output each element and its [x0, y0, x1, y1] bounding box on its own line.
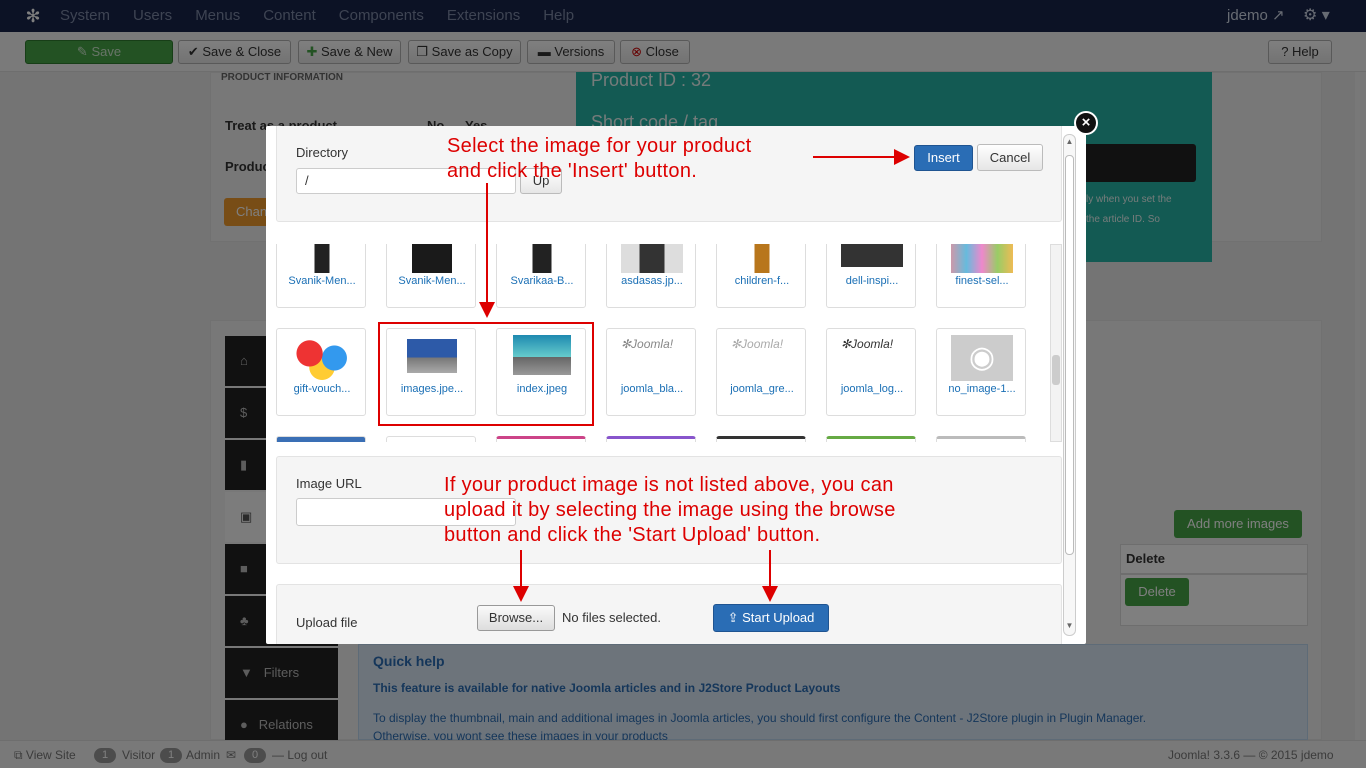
close-icon[interactable]: × [1074, 111, 1098, 135]
thumb-caption: joomla_log... [840, 383, 904, 395]
scroll-down-icon[interactable]: ▼ [1064, 621, 1075, 630]
image-thumb[interactable] [716, 436, 806, 442]
image-thumb[interactable] [606, 436, 696, 442]
annotation-top-line1: Select the image for your product [447, 135, 752, 157]
scroll-thumb[interactable] [1052, 355, 1060, 385]
joomla-logo-icon: ✻Joomla! [621, 337, 674, 351]
thumb-caption: Svanik-Men... [398, 275, 466, 287]
joomla-logo-icon: ✻Joomla! [841, 337, 894, 351]
image-thumb[interactable] [826, 436, 916, 442]
start-upload-label: Start Upload [742, 610, 815, 625]
joomla-logo-icon: ✻Joomla! [731, 337, 784, 351]
thumb-caption: finest-sel... [955, 275, 1009, 287]
image-thumb[interactable]: dell-inspi... [826, 244, 916, 308]
image-thumb[interactable]: gift-vouch... [276, 328, 366, 416]
thumbnail-image [731, 244, 793, 273]
image-thumb[interactable]: ◉ no_image-1... [936, 328, 1026, 416]
directory-value: / [305, 173, 309, 188]
image-thumb[interactable] [496, 436, 586, 442]
image-thumb[interactable]: ✻Joomla! joomla_gre... [716, 328, 806, 416]
image-thumb[interactable]: Svarikaa-B... [496, 244, 586, 308]
image-grid-scrollbar[interactable] [1050, 244, 1062, 442]
image-thumb[interactable]: asdasas.jp... [606, 244, 696, 308]
modal-scroll-thumb[interactable] [1065, 155, 1074, 555]
thumbnail-image [291, 335, 353, 381]
insert-button[interactable]: Insert [914, 145, 973, 171]
annotation-bottom-line3: button and click the 'Start Upload' butt… [444, 524, 821, 546]
cancel-button[interactable]: Cancel [977, 144, 1043, 171]
thumb-caption: children-f... [734, 275, 790, 287]
thumb-caption: no_image-1... [948, 383, 1016, 395]
scroll-up-icon[interactable]: ▲ [1064, 137, 1075, 146]
image-thumb[interactable] [386, 436, 476, 442]
thumb-caption: gift-vouch... [293, 383, 351, 395]
image-thumb[interactable]: ✻Joomla! joomla_bla... [606, 328, 696, 416]
annotation-top-line2: and click the 'Insert' button. [447, 160, 698, 182]
image-thumb[interactable]: children-f... [716, 244, 806, 308]
thumb-caption: Svanik-Men... [288, 275, 356, 287]
annotation-bottom-line1: If your product image is not listed abov… [444, 474, 894, 496]
thumb-caption: Svarikaa-B... [510, 275, 574, 287]
no-files-text: No files selected. [562, 610, 661, 625]
upload-icon: ⇪ [727, 610, 739, 625]
thumb-caption: dell-inspi... [845, 275, 899, 287]
highlight-box [378, 322, 594, 426]
image-manager-modal: Directory / Up Insert Cancel Svanik-Men.… [266, 126, 1086, 644]
browse-button[interactable]: Browse... [477, 605, 555, 631]
thumbnail-image [511, 244, 573, 273]
thumbnail-image [951, 244, 1013, 273]
image-thumb[interactable] [936, 436, 1026, 442]
modal-scrollbar[interactable]: ▲ ▼ [1063, 134, 1076, 636]
thumbnail-image [621, 244, 683, 273]
thumb-caption: joomla_gre... [730, 383, 794, 395]
camera-icon: ◉ [951, 335, 1013, 381]
image-thumb[interactable]: Svanik-Men... [276, 244, 366, 308]
directory-label: Directory [296, 145, 349, 160]
image-thumb[interactable]: Svanik-Men... [386, 244, 476, 308]
image-thumb[interactable]: finest-sel... [936, 244, 1026, 308]
start-upload-button[interactable]: ⇪ Start Upload [713, 604, 829, 632]
annotation-bottom-line2: upload it by selecting the image using t… [444, 499, 896, 521]
image-thumb[interactable] [276, 436, 366, 442]
thumb-caption: asdasas.jp... [621, 275, 683, 287]
thumbnail-image [401, 244, 463, 273]
thumb-caption: joomla_bla... [620, 383, 684, 395]
image-thumb[interactable]: ✻Joomla! joomla_log... [826, 328, 916, 416]
thumbnail-image [841, 244, 903, 267]
upload-file-label: Upload file [296, 615, 358, 630]
upload-panel [276, 584, 1062, 644]
image-url-label: Image URL [296, 476, 362, 491]
thumbnail-image [291, 244, 353, 273]
